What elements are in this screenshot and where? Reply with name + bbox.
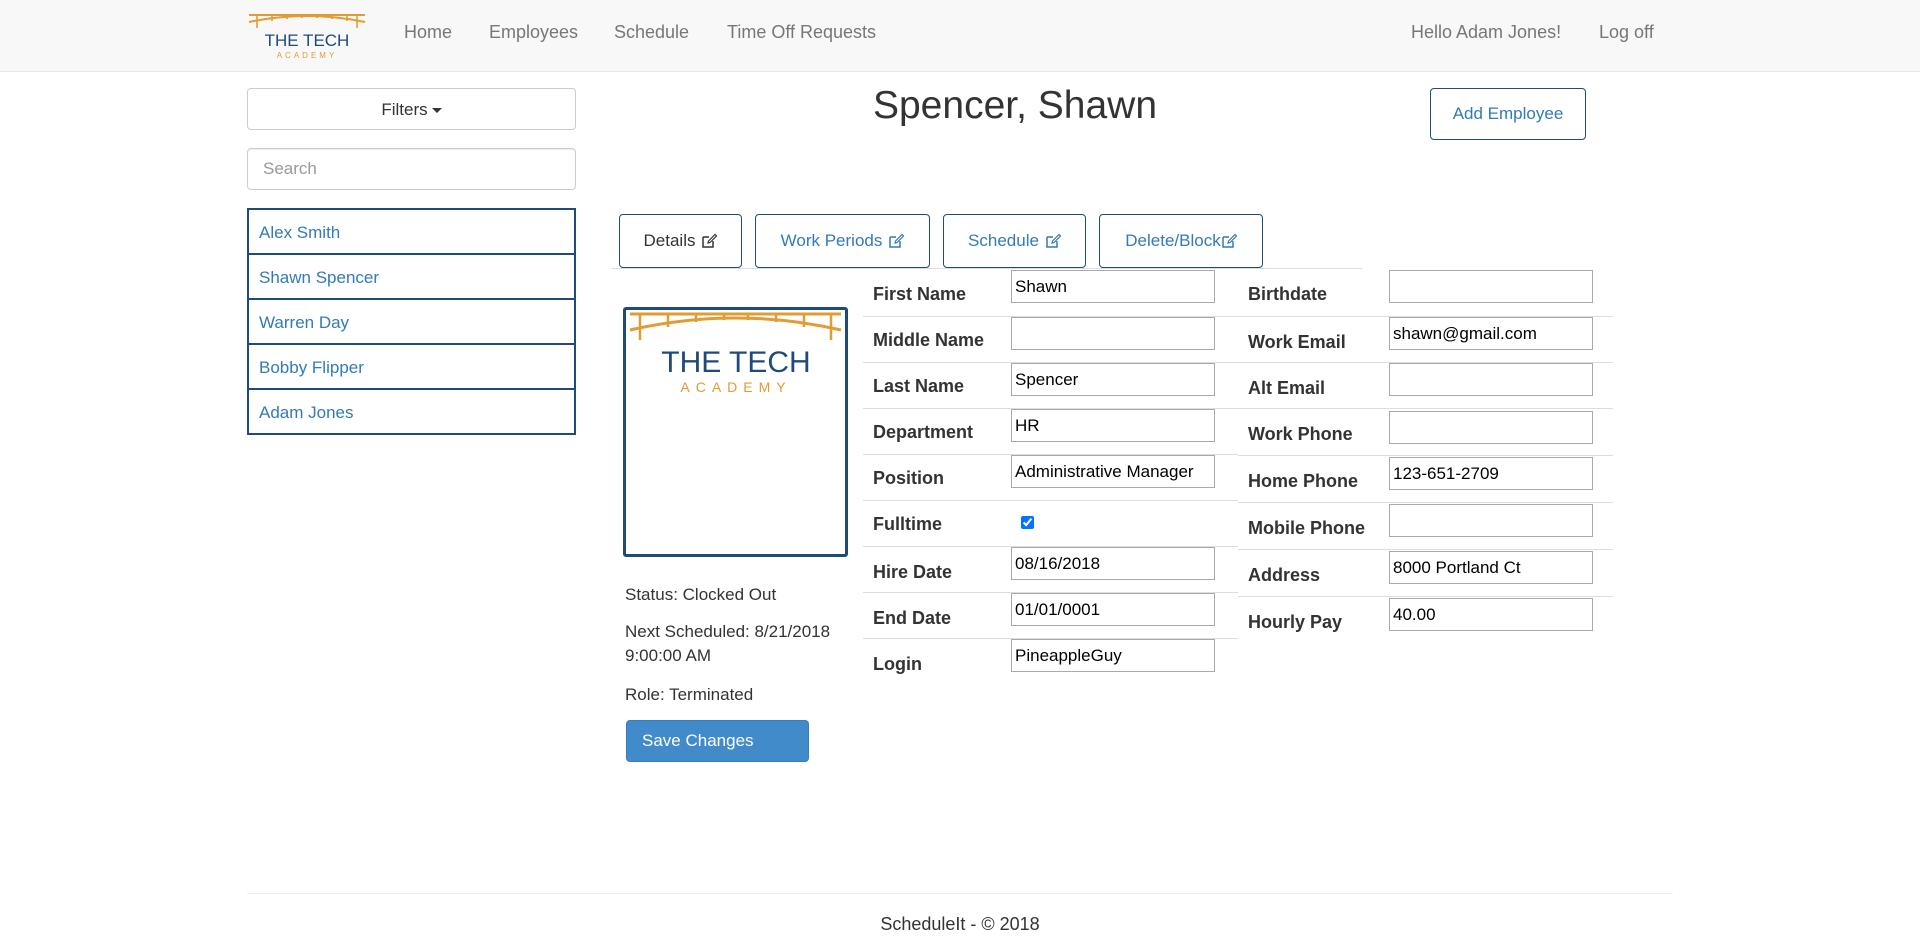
field-row: Position — [863, 454, 1238, 500]
employee-list: Alex Smith Shawn Spencer Warren Day Bobb… — [247, 208, 576, 435]
employee-list-item[interactable]: Bobby Flipper — [247, 343, 576, 390]
birthdate-label: Birthdate — [1248, 284, 1328, 304]
filters-label: Filters — [381, 100, 428, 119]
edit-icon — [1046, 233, 1061, 248]
field-row: First Name — [863, 270, 1238, 316]
caret-down-icon — [431, 108, 442, 114]
page-title: Spencer, Shawn — [872, 84, 1158, 127]
hourly-pay-field[interactable] — [1389, 598, 1593, 631]
employee-list-item[interactable]: Alex Smith — [247, 208, 576, 255]
edit-icon — [889, 233, 905, 248]
role-text: Role: Terminated — [625, 685, 754, 704]
field-row: Middle Name — [863, 316, 1238, 362]
field-row: Work Email — [1238, 316, 1613, 362]
nav-schedule[interactable]: Schedule — [614, 0, 689, 72]
department-field[interactable] — [1011, 409, 1215, 442]
fulltime-checkbox[interactable] — [1021, 516, 1034, 529]
tab-schedule[interactable]: Schedule — [943, 214, 1086, 268]
first-name-field[interactable] — [1011, 270, 1215, 303]
nav-logoff[interactable]: Log off — [1599, 0, 1654, 72]
navbar: THE TECH ACADEMY Home Employees Schedule… — [0, 0, 1920, 72]
field-row: Hourly Pay — [1238, 596, 1613, 642]
edit-icon — [702, 233, 718, 248]
field-row: Login — [863, 638, 1238, 684]
last-name-label: Last Name — [873, 376, 965, 396]
field-row: Hire Date — [863, 546, 1238, 592]
work-phone-label: Work Phone — [1248, 424, 1353, 444]
employee-list-item[interactable]: Adam Jones — [247, 388, 576, 435]
add-employee-button[interactable]: Add Employee — [1430, 88, 1586, 140]
tab-label: Details — [643, 231, 696, 250]
svg-text:THE TECH: THE TECH — [661, 346, 810, 379]
field-row: Address — [1238, 549, 1613, 595]
bridge-logo-icon: THE TECH ACADEMY — [248, 14, 366, 60]
tab-label: Delete/Block — [1125, 231, 1221, 250]
tech-academy-logo-icon: THE TECH ACADEMY — [629, 312, 842, 395]
birthdate-field[interactable] — [1389, 270, 1593, 303]
work-phone-field[interactable] — [1389, 411, 1593, 444]
position-label: Position — [873, 468, 944, 488]
next-scheduled-text: Next Scheduled: 8/21/2018 — [625, 622, 831, 641]
field-row: End Date — [863, 592, 1238, 638]
login-label: Login — [873, 654, 922, 674]
field-row: Last Name — [863, 362, 1238, 408]
nav-time-off-requests[interactable]: Time Off Requests — [727, 0, 876, 72]
home-phone-field[interactable] — [1389, 457, 1593, 490]
nav-home[interactable]: Home — [404, 0, 452, 72]
filters-dropdown-button[interactable]: Filters — [247, 88, 576, 130]
fulltime-label: Fulltime — [873, 514, 943, 534]
work-email-field[interactable] — [1389, 317, 1593, 350]
footer-copyright: ScheduleIt - © 2018 — [880, 914, 1040, 934]
svg-text:ACADEMY: ACADEMY — [680, 379, 791, 395]
hire-date-field[interactable] — [1011, 547, 1215, 580]
address-label: Address — [1248, 565, 1321, 585]
field-row: Department — [863, 408, 1238, 454]
field-row: Mobile Phone — [1238, 502, 1613, 548]
address-field[interactable] — [1389, 551, 1593, 584]
nav-greeting[interactable]: Hello Adam Jones! — [1411, 0, 1561, 72]
tab-work-periods[interactable]: Work Periods — [755, 214, 930, 268]
edit-icon — [1221, 233, 1237, 248]
status-text: Status: Clocked Out — [625, 585, 777, 604]
middle-name-label: Middle Name — [873, 330, 985, 350]
department-label: Department — [873, 422, 974, 442]
svg-text:THE TECH: THE TECH — [265, 31, 350, 50]
alt-email-label: Alt Email — [1248, 378, 1326, 398]
tab-label: Work Periods — [780, 231, 883, 250]
end-date-field[interactable] — [1011, 593, 1215, 626]
hourly-pay-label: Hourly Pay — [1248, 612, 1343, 632]
next-scheduled-time: 9:00:00 AM — [625, 646, 712, 665]
field-row: Alt Email — [1238, 362, 1613, 408]
tabs-divider — [612, 268, 1362, 269]
field-row: Work Phone — [1238, 408, 1613, 454]
work-email-label: Work Email — [1248, 332, 1346, 352]
home-phone-label: Home Phone — [1248, 471, 1359, 491]
middle-name-field[interactable] — [1011, 317, 1215, 350]
tab-delete-block[interactable]: Delete/Block — [1099, 214, 1263, 268]
last-name-field[interactable] — [1011, 363, 1215, 396]
mobile-phone-label: Mobile Phone — [1248, 518, 1365, 538]
first-name-label: First Name — [873, 284, 967, 304]
hire-date-label: Hire Date — [873, 562, 953, 582]
employee-list-item[interactable]: Warren Day — [247, 298, 576, 345]
employee-list-item[interactable]: Shawn Spencer — [247, 253, 576, 300]
field-row: Birthdate — [1238, 270, 1613, 316]
alt-email-field[interactable] — [1389, 363, 1593, 396]
login-field[interactable] — [1011, 639, 1215, 672]
end-date-label: End Date — [873, 608, 952, 628]
tab-label: Schedule — [968, 231, 1039, 250]
nav-employees[interactable]: Employees — [489, 0, 578, 72]
employee-photo: THE TECH ACADEMY — [623, 307, 848, 557]
tab-details[interactable]: Details — [619, 214, 742, 268]
svg-text:ACADEMY: ACADEMY — [277, 51, 338, 60]
save-changes-button[interactable]: Save Changes — [626, 720, 809, 762]
search-input[interactable] — [247, 148, 576, 190]
mobile-phone-field[interactable] — [1389, 504, 1593, 537]
position-field[interactable] — [1011, 455, 1215, 488]
footer-divider — [247, 893, 1673, 894]
field-row: Home Phone — [1238, 455, 1613, 501]
field-row: Fulltime — [863, 500, 1238, 546]
brand-logo[interactable]: THE TECH ACADEMY — [247, 12, 367, 60]
